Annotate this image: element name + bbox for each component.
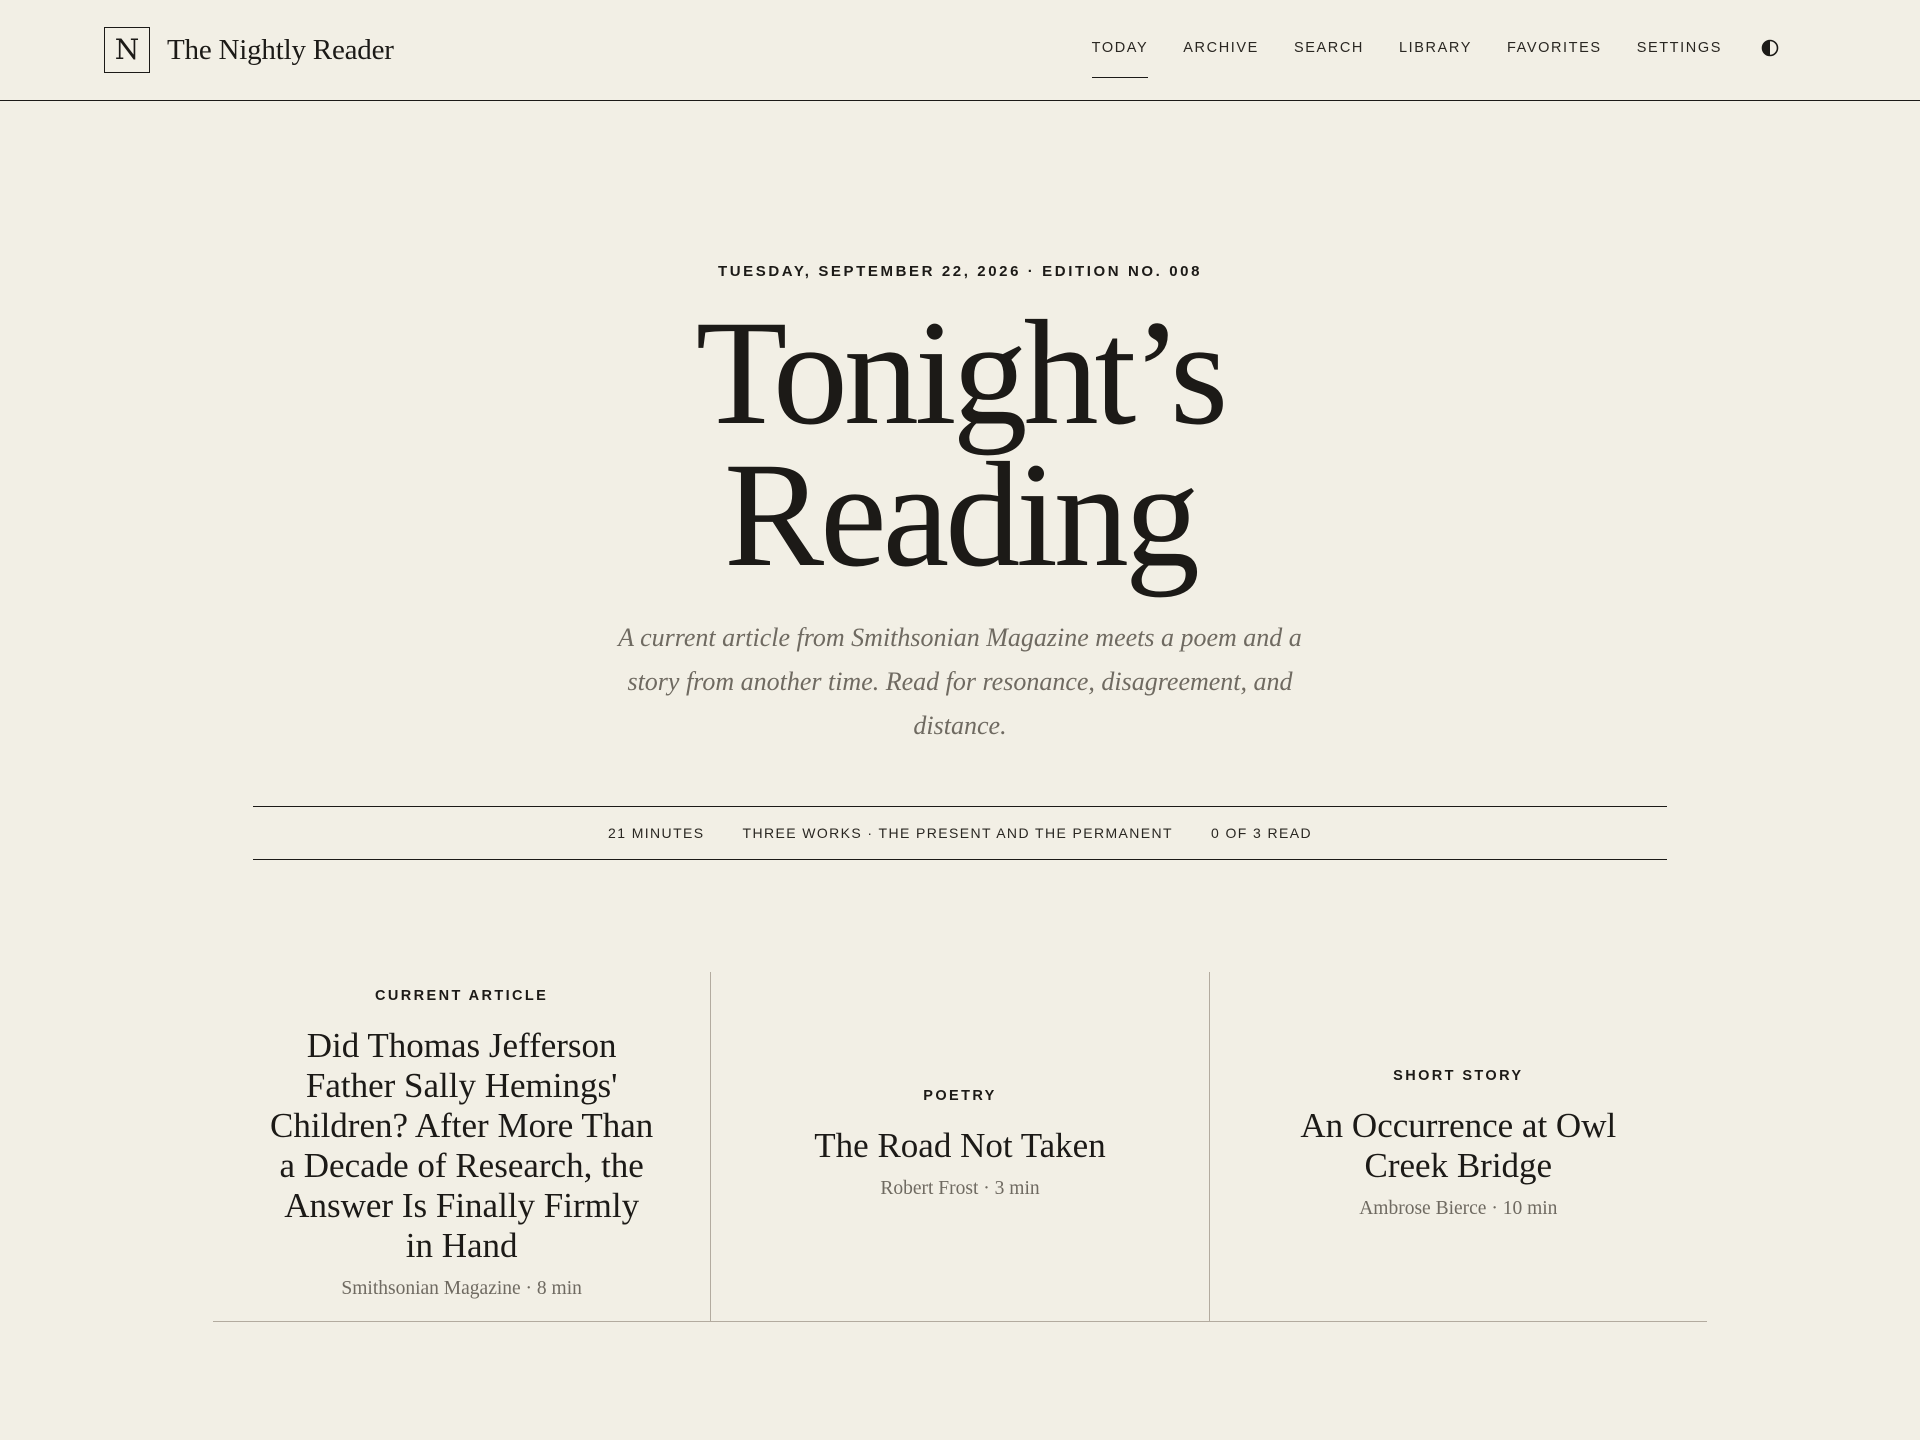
brand-name: The Nightly Reader — [167, 33, 394, 66]
card-meta: Robert Frost · 3 min — [880, 1177, 1040, 1199]
site-header: N The Nightly Reader TODAY ARCHIVE SEARC… — [0, 0, 1920, 101]
card-short-story[interactable]: SHORT STORY An Occurrence at Owl Creek B… — [1208, 972, 1707, 1321]
reading-duration: 21 MINUTES — [608, 825, 705, 841]
card-label: POETRY — [923, 1087, 997, 1104]
card-title: Did Thomas Jefferson Father Sally Heming… — [270, 1025, 654, 1265]
reading-meta-bar: 21 MINUTES THREE WORKS · THE PRESENT AND… — [253, 806, 1667, 860]
card-label: SHORT STORY — [1393, 1067, 1524, 1084]
brand-mark: N — [104, 27, 150, 73]
page-title-line-2: Reading — [724, 432, 1200, 598]
nav-library[interactable]: LIBRARY — [1399, 40, 1472, 56]
card-label: CURRENT ARTICLE — [375, 987, 549, 1004]
nav-favorites[interactable]: FAVORITES — [1507, 40, 1602, 56]
page-title: Tonight’s Reading — [0, 298, 1920, 590]
reading-theme: THREE WORKS · THE PRESENT AND THE PERMAN… — [742, 825, 1173, 841]
main-nav: TODAY ARCHIVE SEARCH LIBRARY FAVORITES S… — [1091, 38, 1780, 78]
page-subtitle: A current article from Smithsonian Magaz… — [618, 623, 1302, 740]
card-current-article[interactable]: CURRENT ARTICLE Did Thomas Jefferson Fat… — [213, 972, 710, 1321]
theme-toggle-button[interactable] — [1760, 38, 1780, 58]
half-circle-contrast-icon — [1761, 39, 1779, 57]
brand-logo[interactable]: N The Nightly Reader — [104, 27, 394, 73]
reading-progress: 0 OF 3 READ — [1210, 825, 1312, 841]
card-meta: Ambrose Bierce · 10 min — [1359, 1197, 1558, 1219]
nav-settings[interactable]: SETTINGS — [1637, 40, 1722, 56]
card-title: An Occurrence at Owl Creek Bridge — [1300, 1105, 1617, 1185]
card-poetry[interactable]: POETRY The Road Not Taken Robert Frost ·… — [710, 972, 1208, 1321]
nav-archive[interactable]: ARCHIVE — [1183, 40, 1259, 56]
card-meta: Smithsonian Magazine · 8 min — [341, 1277, 582, 1299]
nav-search[interactable]: SEARCH — [1294, 40, 1364, 56]
dateline: TUESDAY, SEPTEMBER 22, 2026 · EDITION NO… — [717, 263, 1203, 280]
nav-today[interactable]: TODAY — [1091, 40, 1149, 78]
card-title: The Road Not Taken — [814, 1125, 1106, 1165]
reading-cards: CURRENT ARTICLE Did Thomas Jefferson Fat… — [213, 972, 1707, 1322]
